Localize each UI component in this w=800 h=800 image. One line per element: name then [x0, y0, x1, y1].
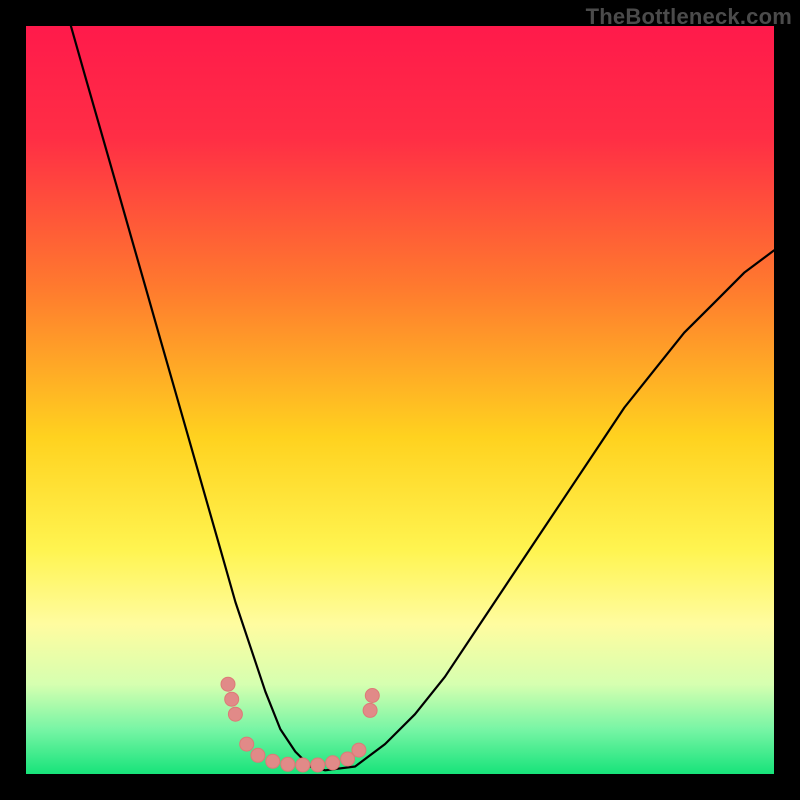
highlight-dot — [326, 756, 340, 770]
highlight-dot — [251, 748, 265, 762]
highlight-dot — [228, 707, 242, 721]
highlight-dot — [296, 758, 310, 772]
highlight-dot — [221, 677, 235, 691]
chart-svg — [26, 26, 774, 774]
highlight-dot — [341, 752, 355, 766]
watermark-text: TheBottleneck.com — [586, 4, 792, 30]
highlight-dot — [311, 758, 325, 772]
highlight-dot — [225, 692, 239, 706]
highlight-dot — [281, 757, 295, 771]
highlight-dot — [365, 689, 379, 703]
gradient-background — [26, 26, 774, 774]
highlight-dot — [266, 754, 280, 768]
plot-area — [26, 26, 774, 774]
chart-frame: TheBottleneck.com — [0, 0, 800, 800]
highlight-dot — [240, 737, 254, 751]
highlight-dot — [352, 743, 366, 757]
highlight-dot — [363, 703, 377, 717]
